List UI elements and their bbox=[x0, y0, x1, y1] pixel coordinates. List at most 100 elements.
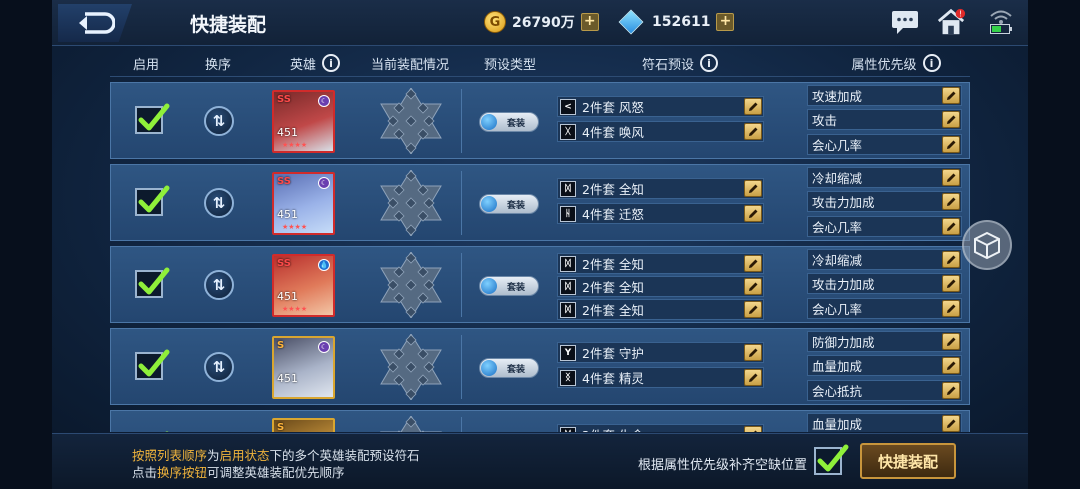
attr-priority-slot[interactable]: 会心几率 bbox=[807, 134, 962, 155]
attr-priority-slot[interactable]: 会心抵抗 bbox=[807, 380, 962, 401]
edit-rune-button[interactable] bbox=[744, 205, 762, 222]
col-current: 当前装配情况 bbox=[360, 50, 460, 76]
rune-set-label: 2件套 全知 bbox=[582, 257, 644, 272]
col-attr-priority: 属性优先级 i bbox=[836, 50, 956, 76]
edit-attr-button[interactable] bbox=[942, 193, 960, 210]
attr-priority-slot[interactable]: 会心几率 bbox=[807, 298, 962, 319]
tip-text: 点击 bbox=[132, 465, 158, 480]
add-gem-button[interactable]: + bbox=[716, 13, 735, 31]
quick-equip-button[interactable]: 快捷装配 bbox=[860, 443, 956, 479]
rune-preset-slot[interactable]: <2件套 风怒 bbox=[557, 96, 764, 117]
edit-attr-button[interactable] bbox=[942, 169, 960, 186]
edit-rune-button[interactable] bbox=[744, 344, 762, 361]
attr-priority-slot[interactable]: 攻击力加成 bbox=[807, 191, 962, 212]
edit-rune-button[interactable] bbox=[744, 301, 762, 318]
edit-attr-button[interactable] bbox=[942, 218, 960, 235]
rune-preset-slot[interactable]: ᚺ 4件套 迁怒 bbox=[557, 203, 764, 224]
add-gold-button[interactable]: + bbox=[580, 13, 599, 31]
attr-priority-slot[interactable]: 攻击力加成 bbox=[807, 273, 962, 294]
pencil-icon bbox=[749, 102, 758, 111]
preset-type-toggle[interactable]: 套装 bbox=[479, 194, 539, 214]
hero-row: ⇅ SS ☾ 451 ★★★★ 套装 ᛞ 2件套 全知 ᚺ 4件套 迁怒 冷却缩减攻击力加成会心几率 bbox=[110, 164, 970, 241]
pencil-icon bbox=[947, 279, 956, 288]
pencil-icon bbox=[749, 184, 758, 193]
attr-priority-slot[interactable]: 冷却缩减 bbox=[807, 167, 962, 188]
attr-priority-slot[interactable]: 血量加成 bbox=[807, 355, 962, 376]
attr-priority-slot[interactable]: 血量加成 bbox=[807, 413, 962, 432]
attr-priority-slot[interactable]: 防御力加成 bbox=[807, 331, 962, 352]
edit-attr-button[interactable] bbox=[942, 275, 960, 292]
current-rune-layout[interactable] bbox=[379, 415, 443, 432]
rune-preset-slot[interactable]: ᛝ 4件套 精灵 bbox=[557, 367, 764, 388]
swap-order-button[interactable]: ⇅ bbox=[204, 270, 234, 300]
attr-priority-slot[interactable]: 攻速加成 bbox=[807, 85, 962, 106]
info-icon[interactable]: i bbox=[922, 54, 941, 72]
attr-priority-slot[interactable]: 会心几率 bbox=[807, 216, 962, 237]
tip-text: 为 bbox=[207, 448, 220, 463]
hero-portrait[interactable]: SS 💧 451 ★★★★ bbox=[272, 254, 335, 317]
edit-rune-button[interactable] bbox=[744, 123, 762, 140]
edit-rune-button[interactable] bbox=[744, 180, 762, 197]
pencil-icon bbox=[947, 419, 956, 428]
current-rune-layout[interactable] bbox=[379, 251, 443, 319]
checkmark-icon bbox=[817, 444, 849, 472]
current-rune-layout[interactable] bbox=[379, 169, 443, 237]
current-rune-layout[interactable] bbox=[379, 87, 443, 155]
preset-type-toggle[interactable]: 套装 bbox=[479, 276, 539, 296]
hero-preset-list[interactable]: ⇅ SS ☾ 451 ★★★★ 套装 <2件套 风怒 ᚷ 4件套 唤风 攻速加成 攻击 会心几率 ⇅ SS… bbox=[110, 82, 970, 432]
pencil-icon bbox=[947, 91, 956, 100]
rune-preset-slot[interactable]: ᚷ 4件套 唤风 bbox=[557, 121, 764, 142]
info-icon[interactable]: i bbox=[322, 54, 340, 72]
rune-preset-slot[interactable]: Y 2件套 守护 bbox=[557, 342, 764, 363]
edit-attr-button[interactable] bbox=[942, 382, 960, 399]
chat-button[interactable] bbox=[890, 8, 920, 36]
swap-order-button[interactable]: ⇅ bbox=[204, 188, 234, 218]
enable-checkbox[interactable] bbox=[135, 349, 170, 380]
current-rune-layout[interactable] bbox=[379, 333, 443, 401]
edit-attr-button[interactable] bbox=[942, 111, 960, 128]
edit-attr-button[interactable] bbox=[942, 415, 960, 432]
edit-rune-button[interactable] bbox=[744, 278, 762, 295]
home-button[interactable]: ! bbox=[936, 8, 966, 36]
hero-portrait[interactable]: S bbox=[272, 418, 335, 432]
pencil-icon bbox=[947, 140, 956, 149]
swap-order-button[interactable]: ⇅ bbox=[204, 352, 234, 382]
edit-rune-button[interactable] bbox=[744, 98, 762, 115]
toggle-knob bbox=[481, 196, 497, 212]
rune-preset-slot[interactable]: ᛞ 2件套 生命 bbox=[557, 424, 764, 432]
rune-preset-slot[interactable]: ᛞ 2件套 全知 bbox=[557, 178, 764, 199]
attr-priority-slot[interactable]: 冷却缩减 bbox=[807, 249, 962, 270]
edit-attr-button[interactable] bbox=[942, 333, 960, 350]
edit-rune-button[interactable] bbox=[744, 255, 762, 272]
attr-label: 冷却缩减 bbox=[812, 171, 863, 186]
edit-attr-button[interactable] bbox=[942, 136, 960, 153]
pencil-icon bbox=[749, 348, 758, 357]
swap-order-button[interactable]: ⇅ bbox=[204, 106, 234, 136]
preset-type-toggle[interactable]: 套装 bbox=[479, 112, 539, 132]
hero-portrait[interactable]: SS ☾ 451 ★★★★ bbox=[272, 90, 335, 153]
enable-checkbox[interactable] bbox=[135, 185, 170, 216]
hero-rank: S bbox=[277, 340, 285, 351]
edit-attr-button[interactable] bbox=[942, 251, 960, 268]
checkmark-icon bbox=[138, 267, 170, 295]
checkmark-icon bbox=[138, 349, 170, 377]
edit-attr-button[interactable] bbox=[942, 357, 960, 374]
edit-rune-button[interactable] bbox=[744, 426, 762, 432]
footer-bar: 按照列表顺序为启用状态下的多个英雄装配预设符石 点击换序按钮可调整英雄装配优先顺… bbox=[52, 433, 1028, 489]
fill-by-priority-checkbox[interactable] bbox=[814, 444, 849, 475]
floating-assist-button[interactable] bbox=[962, 220, 1012, 270]
tip-line-2: 点击换序按钮可调整英雄装配优先顺序 bbox=[132, 462, 345, 481]
enable-checkbox[interactable] bbox=[135, 267, 170, 298]
edit-rune-button[interactable] bbox=[744, 369, 762, 386]
edit-attr-button[interactable] bbox=[942, 87, 960, 104]
rune-preset-slot[interactable]: ᛞ 2件套 全知 bbox=[557, 299, 764, 320]
attr-priority-slot[interactable]: 攻击 bbox=[807, 109, 962, 130]
rune-preset-slot[interactable]: ᛞ 2件套 全知 bbox=[557, 253, 764, 274]
preset-type-toggle[interactable]: 套装 bbox=[479, 358, 539, 378]
hero-portrait[interactable]: SS ☾ 451 ★★★★ bbox=[272, 172, 335, 235]
enable-checkbox[interactable] bbox=[135, 103, 170, 134]
info-icon[interactable]: i bbox=[700, 54, 718, 72]
rune-preset-slot[interactable]: ᛞ 2件套 全知 bbox=[557, 276, 764, 297]
edit-attr-button[interactable] bbox=[942, 300, 960, 317]
hero-portrait[interactable]: S ☾ 451 bbox=[272, 336, 335, 399]
